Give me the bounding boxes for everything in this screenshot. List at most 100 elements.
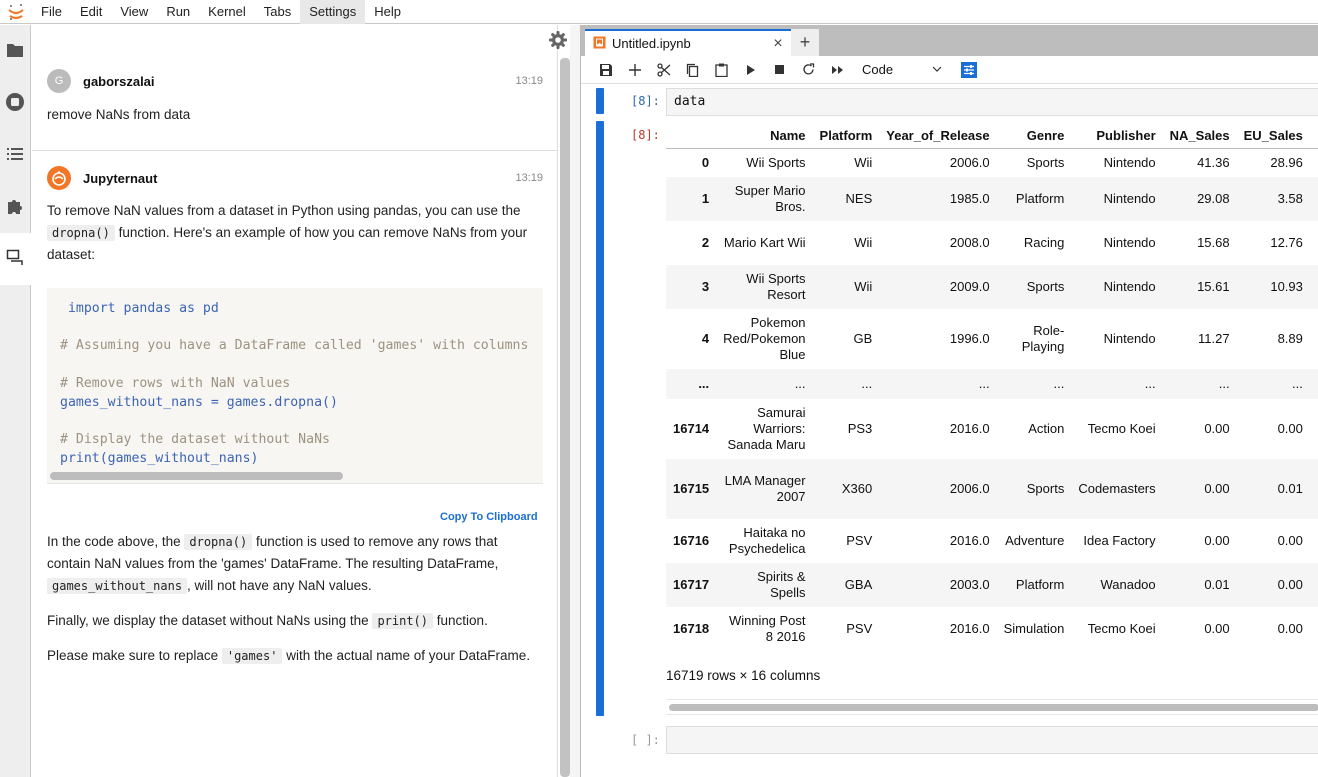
close-tab-icon[interactable]: × [765, 35, 791, 53]
table-cell: 0.00 [1277, 533, 1303, 548]
table-cell: 2016.0 [949, 421, 990, 436]
run-icon[interactable] [736, 57, 765, 83]
table-cell: ... [794, 376, 806, 391]
inline-code: dropna() [47, 225, 115, 241]
table-cell: 2006.0 [949, 481, 990, 496]
stop-icon[interactable] [765, 57, 794, 83]
message-paragraph: Please make sure to replace 'games' with… [47, 648, 531, 664]
table-cell: Spirits & Spells [757, 569, 806, 600]
row-index: 1 [701, 191, 710, 206]
dataframe-table: Name Platform Year_of_Release Genre Publishe… [666, 124, 1318, 651]
table-cell-truncated [1310, 399, 1318, 459]
column-header: Name [716, 124, 813, 149]
table-cell: ... [1144, 376, 1156, 391]
table-cell: Tecmo Koei [1087, 621, 1156, 636]
table-cell: 3.58 [1277, 191, 1303, 206]
code-horizontal-scrollbar[interactable] [50, 472, 343, 480]
column-header: Publisher [1071, 124, 1163, 149]
table-cell: 1985.0 [949, 191, 990, 206]
menu-view[interactable]: View [111, 0, 157, 24]
table-cell: 2016.0 [949, 533, 990, 548]
paste-icon[interactable] [707, 57, 736, 83]
code-content: import pandas as pd # Assuming you have … [47, 288, 543, 480]
table-row: 1 Super Mario Bros. NES 1985.0 Platform Ninte… [666, 177, 1318, 221]
row-index: 16715 [673, 481, 710, 496]
table-cell: Wii [854, 154, 873, 170]
table-cell: Role-Playing [1021, 323, 1065, 354]
code-comment-line: # Remove rows with NaN values [60, 375, 291, 391]
table-cell: Codemasters [1078, 481, 1156, 496]
table-cell-truncated [1310, 177, 1318, 221]
table-cell: Nintendo [1103, 279, 1156, 294]
table-row: 16717 Spirits & Spells GBA 2003.0 Platform Wa… [666, 563, 1318, 607]
fast-forward-icon[interactable] [823, 57, 852, 83]
menu-kernel[interactable]: Kernel [199, 0, 255, 24]
save-icon[interactable] [591, 57, 620, 83]
row-index: 2 [701, 235, 710, 250]
code-line: games_without_nans = games.dropna() [60, 394, 338, 410]
new-tab-button[interactable]: + [791, 29, 819, 56]
table-cell: Wii [854, 235, 873, 250]
table-cell: Platform [1015, 191, 1065, 206]
row-index: 3 [701, 279, 710, 294]
table-cell: Mario Kart Wii [723, 235, 806, 250]
tab-bar: Untitled.ipynb × + [581, 25, 1318, 56]
table-cell: 2016.0 [949, 621, 990, 636]
property-inspector-icon[interactable] [954, 57, 983, 83]
code-block: import pandas as pd # Assuming you have … [47, 288, 543, 484]
add-cell-icon[interactable] [620, 57, 649, 83]
table-row: ........................ [666, 369, 1318, 399]
menu-run[interactable]: Run [157, 0, 199, 24]
chat-scrollbar[interactable] [560, 58, 570, 777]
table-cell: Simulation [1003, 621, 1065, 636]
menu-file[interactable]: File [32, 0, 71, 24]
table-cell: 0.00 [1277, 621, 1303, 636]
menu-edit[interactable]: Edit [71, 0, 111, 24]
input-prompt: [8]: [631, 94, 660, 108]
extension-icon[interactable] [5, 196, 25, 216]
tab-untitled-ipynb[interactable]: Untitled.ipynb × [585, 29, 791, 56]
running-icon[interactable] [5, 92, 25, 112]
table-cell: Tecmo Koei [1087, 421, 1156, 436]
code-cell-input-empty[interactable] [666, 726, 1318, 754]
table-cell: 0.00 [1204, 481, 1230, 496]
table-cell: Pokemon Red/Pokemon Blue [723, 315, 806, 362]
output-prompt: [8]: [631, 128, 660, 142]
cell-type-select[interactable]: Code [862, 62, 942, 77]
table-cell: ... [1292, 376, 1303, 391]
table-cell: Sports [1026, 279, 1065, 294]
code-comment-line: # Assuming you have a DataFrame called '… [60, 338, 529, 354]
chat-icon[interactable] [5, 248, 25, 268]
jupyter-logo-icon [0, 0, 32, 24]
table-cell: 0.00 [1204, 533, 1230, 548]
menu-help[interactable]: Help [365, 0, 410, 24]
restart-icon[interactable] [794, 57, 823, 83]
copy-icon[interactable] [678, 57, 707, 83]
table-cell: 29.08 [1197, 191, 1230, 206]
table-cell: 15.68 [1197, 235, 1230, 250]
table-row: 4 Pokemon Red/Pokemon Blue GB 1996.0 Role-Pl… [666, 309, 1318, 369]
table-cell: 11.27 [1198, 331, 1230, 346]
table-cell: 8.89 [1277, 331, 1303, 346]
message-time: 13:19 [515, 75, 543, 87]
chat-settings-gear-icon[interactable] [548, 30, 568, 50]
folder-icon[interactable] [5, 40, 25, 60]
table-cell: Idea Factory [1083, 533, 1156, 548]
table-of-contents-icon[interactable] [5, 144, 25, 164]
table-cell-truncated [1310, 221, 1318, 265]
code-comment-line: # Display the dataset without NaNs [60, 431, 330, 447]
notebook-panel: Untitled.ipynb × + Code [8]: data [8]: N… [580, 25, 1318, 777]
table-cell: Nintendo [1103, 331, 1156, 346]
column-header: … [1309, 124, 1318, 149]
table-cell: 0.00 [1277, 577, 1303, 592]
table-cell: Adventure [1005, 533, 1065, 548]
cut-icon[interactable] [649, 57, 678, 83]
menu-settings[interactable]: Settings [300, 0, 366, 24]
output-collapse-bar[interactable] [596, 121, 604, 716]
table-cell: 1996.0 [949, 331, 990, 346]
menu-tabs[interactable]: Tabs [255, 0, 300, 24]
chat-message-user: G gaborszalai 13:19 remove NaNs from dat… [47, 69, 543, 126]
output-horizontal-scrollbar[interactable] [669, 704, 1318, 711]
code-cell-input[interactable]: data [666, 88, 1318, 116]
column-header: EU_Sales [1236, 124, 1310, 149]
